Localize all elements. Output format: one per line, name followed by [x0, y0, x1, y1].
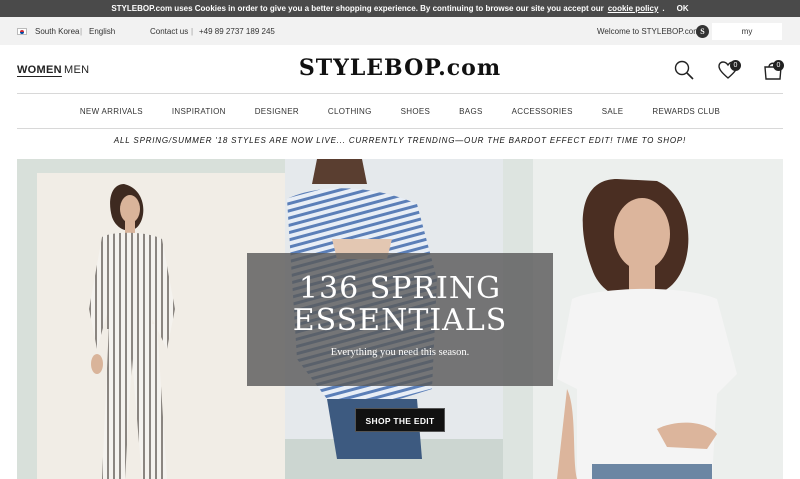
nav-sale[interactable]: SALE	[602, 107, 624, 116]
language-selector[interactable]: English	[89, 27, 115, 36]
shop-the-edit-button[interactable]: SHOP THE EDIT	[355, 408, 445, 432]
nav-clothing[interactable]: CLOTHING	[328, 107, 372, 116]
separator: |	[80, 27, 83, 36]
nav-bags[interactable]: BAGS	[459, 107, 482, 116]
main-navigation: NEW ARRIVALS INSPIRATION DESIGNER CLOTHI…	[0, 94, 800, 128]
hero-subtitle: Everything you need this season.	[330, 347, 470, 358]
cookie-period: .	[662, 4, 665, 13]
nav-shoes[interactable]: SHOES	[401, 107, 431, 116]
welcome-text: Welcome to STYLEBOP.com!	[597, 27, 703, 36]
promo-ticker[interactable]: ALL SPRING/SUMMER '18 STYLES ARE NOW LIV…	[0, 136, 800, 145]
account-avatar[interactable]: S	[696, 25, 709, 38]
nav-divider	[17, 128, 783, 129]
nav-new-arrivals[interactable]: NEW ARRIVALS	[80, 107, 143, 116]
hero-title-line1: 136 SPRING	[298, 271, 502, 306]
contact-link[interactable]: Contact us	[150, 27, 188, 36]
cookie-message: STYLEBOP.com uses Cookies in order to gi…	[111, 4, 604, 13]
phone-number: +49 89 2737 189 245	[199, 27, 275, 36]
search-icon[interactable]	[673, 59, 695, 81]
cookie-bar: STYLEBOP.com uses Cookies in order to gi…	[0, 0, 800, 17]
left-model	[89, 184, 175, 479]
site-header: WOMEN MEN STYLEBOP.com 0 0	[0, 45, 800, 93]
cookie-policy-link[interactable]: cookie policy	[608, 4, 659, 13]
bag-count-badge: 0	[773, 60, 784, 71]
hero-overlay: 136 SPRING ESSENTIALS Everything you nee…	[247, 253, 553, 386]
utility-bar: South Korea | English Contact us | +49 8…	[0, 17, 800, 53]
wishlist-count-badge: 0	[730, 60, 741, 71]
nav-inspiration[interactable]: INSPIRATION	[172, 107, 226, 116]
hero-title-line2: ESSENTIALS	[292, 303, 508, 338]
nav-rewards-club[interactable]: REWARDS CLUB	[652, 107, 720, 116]
country-selector[interactable]: South Korea	[35, 27, 79, 36]
south-korea-flag-icon	[17, 28, 27, 35]
nav-designer[interactable]: DESIGNER	[255, 107, 299, 116]
my-account-button[interactable]: my STYLEBOP.com	[712, 23, 782, 53]
right-model	[557, 179, 737, 479]
separator: |	[191, 27, 194, 36]
nav-accessories[interactable]: ACCESSORIES	[512, 107, 573, 116]
cookie-ok-button[interactable]: OK	[677, 4, 689, 13]
hero-banner[interactable]: 136 SPRING ESSENTIALS Everything you nee…	[17, 159, 783, 479]
